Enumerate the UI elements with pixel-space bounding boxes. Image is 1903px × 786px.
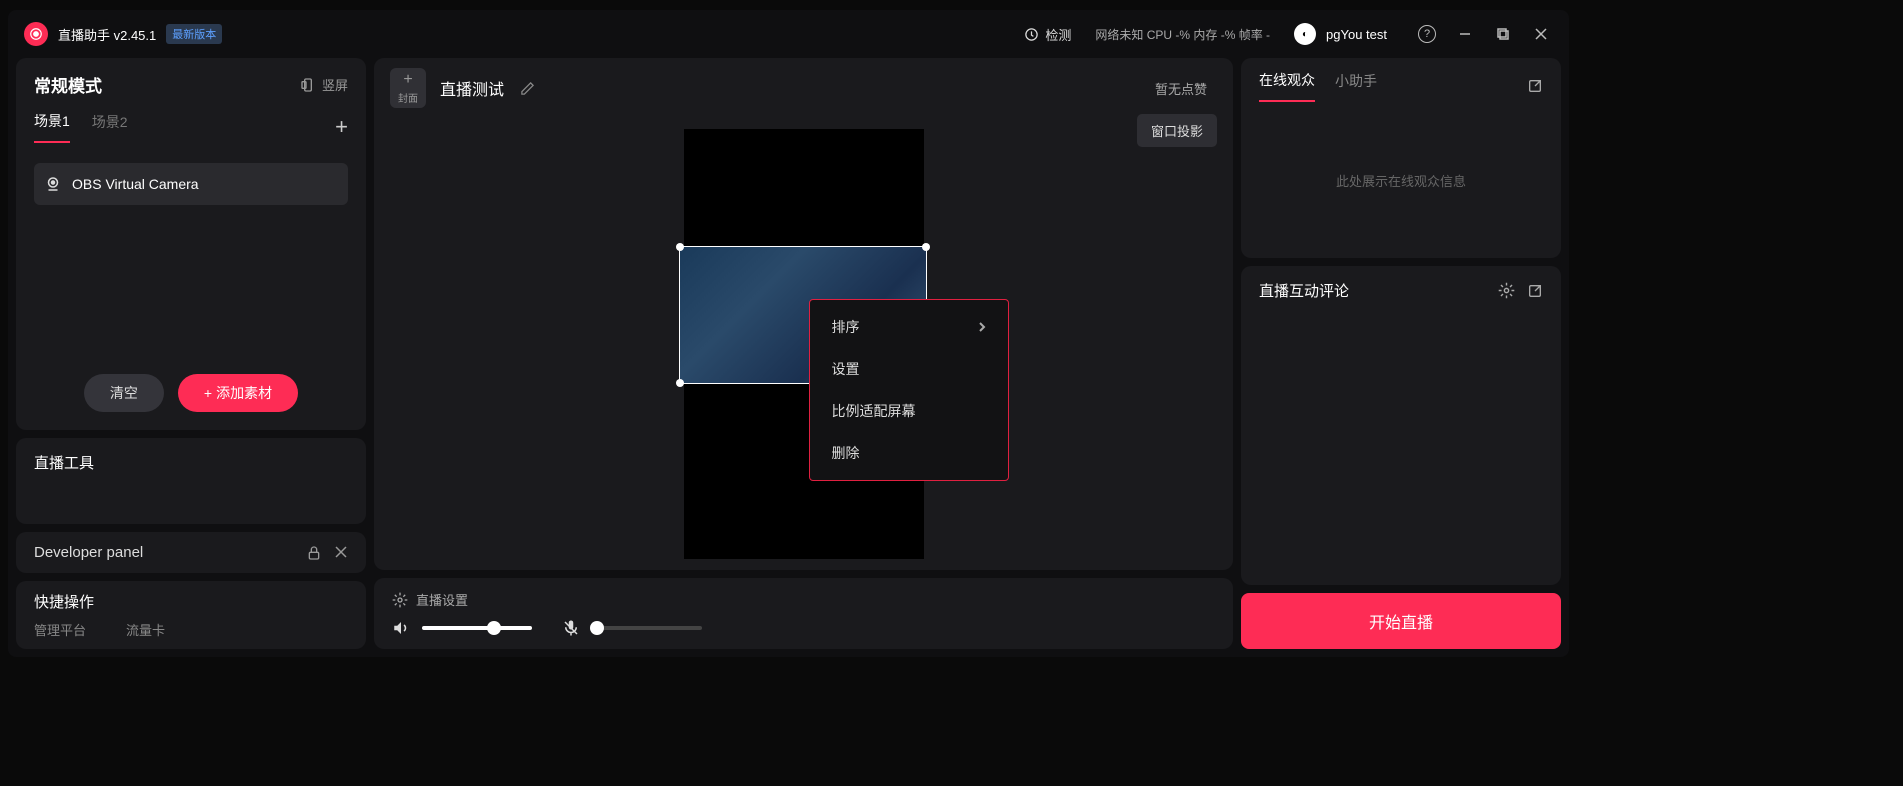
preview-area[interactable]: 排序 设置 比例适配屏幕 删除 bbox=[374, 118, 1233, 570]
webcam-icon bbox=[44, 175, 62, 193]
mic-slider[interactable] bbox=[592, 626, 702, 630]
camera-icon bbox=[29, 27, 43, 41]
quick-item-traffic[interactable]: 流量卡 bbox=[126, 620, 165, 639]
close-button[interactable] bbox=[1529, 22, 1553, 46]
help-icon: ? bbox=[1418, 25, 1436, 43]
user-avatar[interactable]: ◐ bbox=[1294, 23, 1316, 45]
resize-handle-tr[interactable] bbox=[922, 243, 930, 251]
system-stats: 网络未知 CPU -% 内存 -% 帧率 - bbox=[1095, 26, 1270, 43]
titlebar: 直播助手 v2.45.1 最新版本 检测 网络未知 CPU -% 内存 -% 帧… bbox=[8, 10, 1569, 58]
plus-icon: + bbox=[204, 385, 212, 401]
add-source-button[interactable]: +添加素材 bbox=[178, 374, 298, 412]
add-scene-button[interactable]: + bbox=[335, 116, 348, 138]
minimize-icon bbox=[1458, 27, 1472, 41]
tools-panel: 直播工具 bbox=[16, 438, 366, 524]
preview-panel: + 封面 直播测试 暂无点赞 窗口投影 bbox=[374, 58, 1233, 570]
tab-assistant[interactable]: 小助手 bbox=[1335, 71, 1377, 101]
quick-actions-panel: 快捷操作 管理平台 流量卡 bbox=[16, 581, 366, 649]
chevron-right-icon bbox=[978, 321, 986, 333]
cover-button[interactable]: + 封面 bbox=[390, 68, 426, 108]
clear-button[interactable]: 清空 bbox=[84, 374, 164, 412]
comment-title: 直播互动评论 bbox=[1259, 280, 1349, 301]
gear-icon[interactable] bbox=[1498, 282, 1515, 299]
mic-control[interactable] bbox=[562, 619, 702, 637]
tab-online-audience[interactable]: 在线观众 bbox=[1259, 70, 1315, 102]
scene-tab-2[interactable]: 场景2 bbox=[92, 112, 128, 142]
popout-icon[interactable] bbox=[1527, 78, 1543, 94]
plus-icon: + bbox=[403, 72, 412, 88]
ctx-fit-screen[interactable]: 比例适配屏幕 bbox=[810, 390, 1008, 432]
mic-muted-icon bbox=[562, 619, 580, 637]
resize-handle-tl[interactable] bbox=[676, 243, 684, 251]
likes-status: 暂无点赞 bbox=[1155, 79, 1207, 98]
app-title: 直播助手 v2.45.1 bbox=[58, 25, 156, 44]
mode-panel: 常规模式 竖屏 场景1 场景2 + OBS Virtual Camera bbox=[16, 58, 366, 430]
stream-settings-button[interactable]: 直播设置 bbox=[392, 590, 1215, 609]
close-icon bbox=[1534, 27, 1548, 41]
lock-icon[interactable] bbox=[306, 545, 322, 561]
gear-icon bbox=[392, 592, 408, 608]
app-logo bbox=[24, 22, 48, 46]
close-panel-icon[interactable] bbox=[334, 545, 348, 559]
preview-canvas[interactable]: 排序 设置 比例适配屏幕 删除 bbox=[684, 129, 924, 559]
detect-button[interactable]: 检测 bbox=[1024, 25, 1071, 44]
speaker-icon bbox=[392, 619, 410, 637]
ctx-delete[interactable]: 删除 bbox=[810, 432, 1008, 474]
stream-title: 直播测试 bbox=[440, 76, 504, 100]
ctx-sort[interactable]: 排序 bbox=[810, 306, 1008, 348]
speaker-slider[interactable] bbox=[422, 626, 532, 630]
audience-placeholder: 此处展示在线观众信息 bbox=[1241, 102, 1561, 258]
username: pgYou test bbox=[1326, 27, 1387, 42]
start-stream-button[interactable]: 开始直播 bbox=[1241, 593, 1561, 649]
maximize-icon bbox=[1496, 27, 1510, 41]
comment-panel: 直播互动评论 bbox=[1241, 266, 1561, 585]
context-menu: 排序 设置 比例适配屏幕 删除 bbox=[809, 299, 1009, 481]
maximize-button[interactable] bbox=[1491, 22, 1515, 46]
quick-title: 快捷操作 bbox=[34, 591, 348, 612]
scene-tabs: 场景1 场景2 + bbox=[34, 111, 348, 143]
resize-handle-bl[interactable] bbox=[676, 379, 684, 387]
quick-item-platform[interactable]: 管理平台 bbox=[34, 620, 86, 639]
version-badge: 最新版本 bbox=[166, 24, 222, 44]
dev-panel-label: Developer panel bbox=[34, 544, 143, 561]
ctx-settings[interactable]: 设置 bbox=[810, 348, 1008, 390]
mode-title: 常规模式 bbox=[34, 72, 102, 97]
audience-panel: 在线观众 小助手 此处展示在线观众信息 bbox=[1241, 58, 1561, 258]
tools-title: 直播工具 bbox=[34, 452, 348, 473]
stream-controls-panel: 直播设置 bbox=[374, 578, 1233, 649]
scene-tab-1[interactable]: 场景1 bbox=[34, 111, 70, 143]
popout-icon[interactable] bbox=[1527, 283, 1543, 299]
developer-panel: Developer panel bbox=[16, 532, 366, 573]
edit-icon[interactable] bbox=[520, 81, 535, 96]
minimize-button[interactable] bbox=[1453, 22, 1477, 46]
source-label: OBS Virtual Camera bbox=[72, 176, 199, 192]
source-item[interactable]: OBS Virtual Camera bbox=[34, 163, 348, 205]
speaker-control[interactable] bbox=[392, 619, 532, 637]
detect-icon bbox=[1024, 27, 1039, 42]
portrait-icon bbox=[300, 77, 316, 93]
help-button[interactable]: ? bbox=[1415, 22, 1439, 46]
portrait-toggle[interactable]: 竖屏 bbox=[300, 75, 348, 94]
